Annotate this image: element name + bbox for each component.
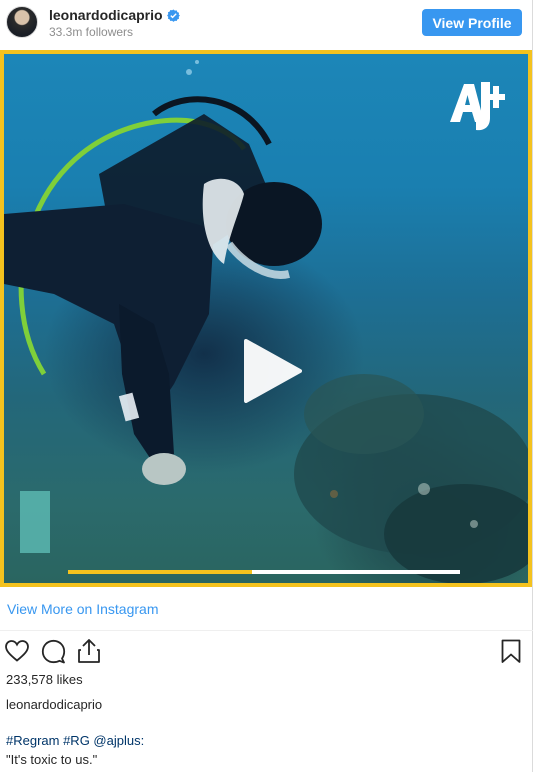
video-caption-bar	[20, 491, 50, 553]
avatar[interactable]	[6, 6, 38, 38]
likes-count[interactable]: 233,578 likes	[6, 672, 83, 687]
diver-scene	[4, 60, 528, 583]
video-progress-fill	[68, 570, 253, 574]
username[interactable]: leonardodicaprio	[49, 7, 163, 23]
share-icon[interactable]	[77, 638, 101, 664]
view-profile-button[interactable]: View Profile	[422, 9, 522, 36]
caption-text: "It's toxic to us."	[6, 752, 98, 767]
heart-icon[interactable]	[5, 640, 29, 662]
play-icon[interactable]	[240, 337, 304, 405]
caption-author[interactable]: leonardodicaprio	[6, 697, 102, 712]
view-more-link[interactable]: View More on Instagram	[7, 601, 158, 617]
post-header: leonardodicaprio 33.3m followers View Pr…	[0, 0, 533, 48]
followers-count: 33.3m followers	[49, 25, 134, 39]
verified-badge-icon	[166, 9, 180, 22]
username-row: leonardodicaprio	[49, 7, 180, 23]
comment-icon[interactable]	[41, 639, 66, 664]
aj-plus-logo	[450, 82, 505, 131]
divider	[0, 630, 533, 631]
video-player[interactable]	[0, 50, 532, 587]
bookmark-icon[interactable]	[501, 639, 521, 664]
video-progress-bar[interactable]	[68, 570, 460, 574]
caption-hashtags[interactable]: #Regram #RG @ajplus:	[6, 733, 144, 748]
instagram-embed-card: leonardodicaprio 33.3m followers View Pr…	[0, 0, 533, 772]
